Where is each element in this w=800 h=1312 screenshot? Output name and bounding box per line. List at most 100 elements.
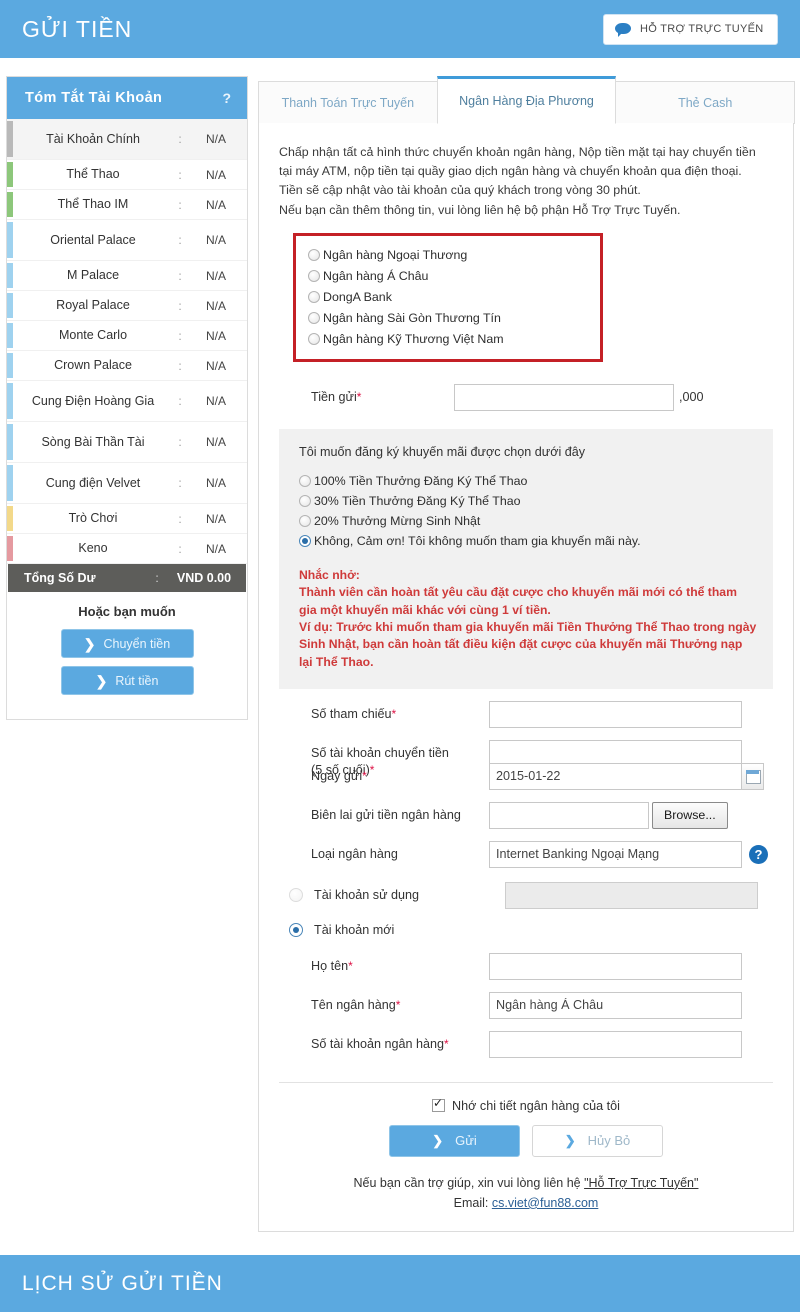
- full-name-input[interactable]: [489, 952, 742, 980]
- sidebar-account-row[interactable]: Cung Điện Hoàng Gia: N/A: [7, 381, 247, 422]
- bank-label: Ngân hàng Kỹ Thương Việt Nam: [323, 332, 504, 347]
- sidebar-account-row[interactable]: Monte Carlo: N/A: [7, 321, 247, 351]
- account-colon: :: [178, 233, 182, 247]
- bank-option[interactable]: Ngân hàng Kỹ Thương Việt Nam: [308, 329, 590, 350]
- remember-bank-checkbox[interactable]: [432, 1097, 446, 1113]
- bank-name-input[interactable]: [489, 991, 742, 1019]
- account-name: Monte Carlo: [58, 328, 128, 343]
- sidebar-account-row[interactable]: Cung điện Velvet: N/A: [7, 463, 247, 504]
- calendar-icon[interactable]: [742, 762, 764, 790]
- total-colon: :: [155, 571, 159, 585]
- online-support-link[interactable]: "Hỗ Trợ Trực Tuyến": [584, 1176, 698, 1190]
- bank-option[interactable]: Ngân hàng Sài Gòn Thương Tín: [308, 308, 590, 329]
- promotion-radio[interactable]: [299, 534, 311, 547]
- account-color-swatch: [7, 323, 13, 348]
- footer-divider: [279, 1081, 773, 1083]
- account-name: Trò Chơi: [68, 511, 118, 526]
- account-colon: :: [178, 435, 182, 449]
- bank-label: DongA Bank: [323, 290, 392, 305]
- account-color-swatch: [7, 506, 13, 531]
- existing-account-radio[interactable]: [289, 888, 303, 903]
- browse-button[interactable]: Browse...: [652, 801, 728, 829]
- bank-type-label: Loại ngân hàng: [311, 846, 398, 861]
- reference-number-row: Số tham chiếu*: [279, 700, 773, 728]
- account-list: Tài Khoản Chính: N/A Thể Thao: N/A Thể Thao …: [7, 119, 247, 564]
- sidebar-account-row[interactable]: Sòng Bài Thần Tài: N/A: [7, 422, 247, 463]
- promotion-option[interactable]: 30% Tiền Thưởng Đăng Ký Thể Thao: [299, 491, 753, 511]
- bank-account-number-row: Số tài khoản ngân hàng*: [279, 1030, 773, 1058]
- bank-radio[interactable]: [308, 270, 320, 283]
- tab-item[interactable]: Thẻ Cash: [615, 81, 796, 124]
- promotion-option[interactable]: 20% Thưởng Mừng Sinh Nhật: [299, 511, 753, 531]
- sidebar-account-row[interactable]: Trò Chơi: N/A: [7, 504, 247, 534]
- account-colon: :: [178, 268, 182, 283]
- total-balance-row: Tổng Số Dư : VND 0.00: [8, 564, 246, 592]
- existing-account-row: Tài khoản sử dụng: [279, 881, 773, 909]
- support-email-link[interactable]: cs.viet@fun88.com: [492, 1196, 598, 1210]
- withdraw-money-button[interactable]: ❯ Rút tiền: [60, 666, 194, 695]
- account-color-swatch: [7, 263, 13, 288]
- warning-line: Ví dụ: Trước khi muốn tham gia khuyến mã…: [299, 619, 757, 634]
- bank-radio[interactable]: [308, 291, 320, 304]
- tab-active[interactable]: Ngân Hàng Địa Phương: [436, 76, 617, 124]
- new-account-radio[interactable]: [289, 922, 303, 937]
- account-balance: N/A: [205, 233, 226, 247]
- deposit-history-title: LỊCH SỬ GỬI TIỀN: [22, 1271, 223, 1295]
- deposit-date-label: Ngày gửi*: [311, 768, 367, 783]
- bank-option[interactable]: DongA Bank: [308, 287, 590, 308]
- help-line: Nếu bạn cần trợ giúp, xin vui lòng liên …: [353, 1175, 699, 1190]
- transfer-money-label: Chuyển tiền: [103, 636, 171, 651]
- promotion-radio[interactable]: [299, 494, 311, 507]
- account-color-swatch: [7, 293, 13, 318]
- deposit-date-input[interactable]: [489, 762, 742, 790]
- bank-radio[interactable]: [308, 333, 320, 346]
- remember-bank-label: Nhớ chi tiết ngân hàng của tôi: [452, 1098, 620, 1113]
- account-colon: :: [178, 328, 182, 343]
- sidebar-help-icon[interactable]: ?: [222, 90, 231, 106]
- transfer-money-button[interactable]: ❯ Chuyển tiền: [60, 629, 194, 658]
- sidebar-account-row[interactable]: Crown Palace: N/A: [7, 351, 247, 381]
- account-balance: N/A: [205, 435, 226, 449]
- submit-button[interactable]: ❯ Gửi: [389, 1124, 520, 1157]
- receipt-file-input[interactable]: [489, 801, 649, 829]
- bank-account-number-input[interactable]: [489, 1030, 742, 1058]
- reference-number-input[interactable]: [489, 700, 742, 728]
- bank-label: Ngân hàng Á Châu: [323, 269, 429, 284]
- bank-radio[interactable]: [308, 312, 320, 325]
- promotion-radio-group: 100% Tiền Thưởng Đăng Ký Thể Thao 30% Tiề…: [299, 471, 753, 551]
- sidebar-account-row[interactable]: Thể Thao: N/A: [7, 160, 247, 190]
- promotion-radio[interactable]: [299, 474, 311, 487]
- page-header: GỬI TIỀN HỖ TRỢ TRỰC TUYẾN: [0, 0, 800, 58]
- reference-number-label: Số tham chiếu*: [311, 706, 397, 721]
- promotion-option[interactable]: Không, Cảm ơn! Tôi không muốn tham gia k…: [299, 531, 753, 551]
- sidebar-account-row[interactable]: M Palace: N/A: [7, 261, 247, 291]
- existing-account-field: [505, 881, 758, 909]
- bank-type-input[interactable]: [489, 840, 742, 868]
- sidebar-account-row[interactable]: Keno: N/A: [7, 534, 247, 564]
- deposit-history-banner[interactable]: LỊCH SỬ GỬI TIỀN: [0, 1255, 800, 1312]
- account-name: Tài Khoản Chính: [46, 131, 140, 146]
- tab-item[interactable]: Thanh Toán Trực Tuyến: [258, 81, 438, 124]
- question-mark-icon[interactable]: ?: [749, 844, 768, 864]
- sidebar-account-row[interactable]: Royal Palace: N/A: [7, 291, 247, 321]
- bank-option[interactable]: Ngân hàng Ngoại Thương: [308, 245, 590, 266]
- page-title: GỬI TIỀN: [22, 15, 133, 42]
- cancel-button[interactable]: ❯ Hủy Bỏ: [532, 1124, 663, 1157]
- account-name: M Palace: [66, 268, 120, 283]
- promotion-option[interactable]: 100% Tiền Thưởng Đăng Ký Thể Thao: [299, 471, 753, 491]
- bank-option[interactable]: Ngân hàng Á Châu: [308, 266, 590, 287]
- account-color-swatch: [7, 465, 13, 501]
- existing-account-label: Tài khoản sử dụng: [314, 888, 420, 903]
- account-color-swatch: [7, 121, 13, 157]
- sidebar-account-row[interactable]: Tài Khoản Chính: N/A: [7, 119, 247, 160]
- warning-line: Thành viên cần hoàn tất yêu cầu đặt cược…: [299, 585, 737, 600]
- online-support-button[interactable]: HỖ TRỢ TRỰC TUYẾN: [603, 13, 778, 45]
- deposit-amount-input[interactable]: [454, 383, 674, 411]
- promotion-radio[interactable]: [299, 514, 311, 527]
- sidebar-title: Tóm Tắt Tài Khoản: [25, 90, 163, 106]
- sidebar-account-row[interactable]: Oriental Palace: N/A: [7, 220, 247, 261]
- submit-button-label: Gửi: [455, 1133, 477, 1149]
- bank-radio[interactable]: [308, 249, 320, 262]
- bank-name-row: Tên ngân hàng*: [279, 991, 773, 1019]
- sidebar-account-row[interactable]: Thể Thao IM: N/A: [7, 190, 247, 220]
